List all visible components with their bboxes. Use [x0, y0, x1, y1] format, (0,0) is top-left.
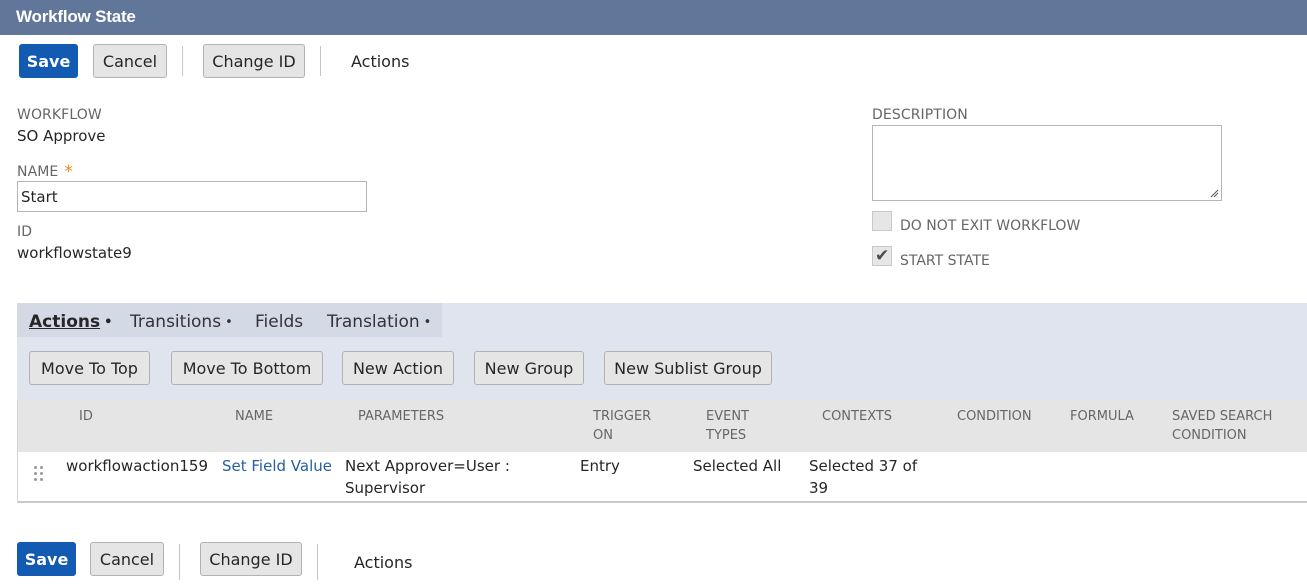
toolbar-separator	[320, 46, 321, 76]
column-header-trigger-on[interactable]: TRIGGER ON	[593, 407, 651, 445]
save-button[interactable]: Save	[19, 44, 78, 78]
row-id: workflowaction159	[66, 457, 208, 475]
column-header-event-types-line2: TYPES	[706, 428, 747, 443]
move-to-bottom-button[interactable]: Move To Bottom	[171, 351, 323, 385]
workflow-value: SO Approve	[17, 127, 106, 145]
title-bar: Workflow State	[0, 0, 1307, 35]
change-id-button-bottom[interactable]: Change ID	[200, 542, 302, 576]
tab-fields-label: Fields	[255, 312, 304, 332]
tab-translation-label: Translation	[327, 312, 420, 332]
sublist-panel: Actions • Transitions • Fields Translation…	[17, 303, 1307, 400]
new-sublist-group-button[interactable]: New Sublist Group	[604, 351, 772, 385]
column-header-parameters[interactable]: PARAMETERS	[358, 407, 444, 426]
tab-translation[interactable]: Translation •	[327, 312, 431, 332]
actions-menu-bottom[interactable]: Actions	[354, 553, 412, 572]
row-contexts-line2: 39	[809, 479, 829, 497]
column-header-saved-search-condition[interactable]: SAVED SEARCH CONDITION	[1172, 407, 1272, 445]
save-button-bottom[interactable]: Save	[17, 542, 76, 576]
toolbar-separator	[182, 46, 183, 76]
tab-transitions[interactable]: Transitions •	[130, 312, 233, 332]
start-state-checkbox[interactable]: ✔	[872, 246, 892, 266]
column-header-trigger-on-line1: TRIGGER	[593, 409, 652, 424]
tab-actions-dot: •	[104, 315, 113, 330]
row-parameters-line2: Supervisor	[345, 479, 426, 497]
tab-transitions-label: Transitions	[130, 312, 222, 332]
column-header-formula[interactable]: FORMULA	[1070, 407, 1134, 426]
description-textarea[interactable]	[872, 125, 1222, 201]
new-group-button[interactable]: New Group	[474, 351, 584, 385]
name-label: NAME *	[17, 161, 73, 182]
row-name-link[interactable]: Set Field Value	[222, 455, 332, 477]
row-trigger-on: Entry	[580, 457, 620, 475]
column-header-saved-search-line1: SAVED SEARCH	[1172, 409, 1273, 424]
column-header-contexts[interactable]: CONTEXTS	[822, 407, 892, 426]
drag-handle-icon[interactable]	[34, 466, 44, 482]
id-value: workflowstate9	[17, 244, 132, 262]
do-not-exit-workflow-label: DO NOT EXIT WORKFLOW	[900, 218, 1081, 234]
column-header-id[interactable]: ID	[79, 407, 93, 426]
checkmark-icon: ✔	[875, 246, 890, 266]
new-action-button[interactable]: New Action	[342, 351, 454, 385]
row-parameters-line1: Next Approver=User :	[345, 457, 510, 475]
tab-actions[interactable]: Actions •	[29, 312, 112, 332]
column-header-event-types[interactable]: EVENT TYPES	[706, 407, 749, 445]
cancel-button-bottom[interactable]: Cancel	[90, 542, 164, 576]
row-event-types: Selected All	[693, 457, 782, 475]
actions-menu[interactable]: Actions	[351, 52, 409, 71]
name-input[interactable]: Start	[17, 181, 367, 212]
column-header-event-types-line1: EVENT	[706, 409, 749, 424]
column-header-saved-search-line2: CONDITION	[1172, 428, 1247, 443]
page-title: Workflow State	[16, 7, 136, 26]
column-header-condition[interactable]: CONDITION	[957, 407, 1032, 426]
toolbar-separator	[317, 544, 318, 580]
column-header-name[interactable]: NAME	[235, 407, 273, 426]
do-not-exit-workflow-checkbox[interactable]	[872, 211, 892, 231]
id-label: ID	[17, 224, 33, 240]
workflow-label: WORKFLOW	[17, 107, 102, 123]
name-label-text: NAME	[17, 164, 59, 180]
move-to-top-button[interactable]: Move To Top	[29, 351, 150, 385]
resize-grip-icon[interactable]	[1209, 188, 1219, 198]
actions-grid: ID NAME PARAMETERS TRIGGER ON EVENT TYPE…	[17, 400, 1307, 503]
tab-translation-dot: •	[423, 315, 432, 330]
row-parameters: Next Approver=User : Supervisor	[345, 455, 510, 499]
tab-transitions-dot: •	[225, 315, 233, 330]
tab-actions-label: Actions	[29, 312, 101, 332]
row-contexts: Selected 37 of 39	[809, 455, 917, 499]
cancel-button[interactable]: Cancel	[93, 44, 167, 78]
column-header-trigger-on-line2: ON	[593, 428, 613, 443]
tab-fields[interactable]: Fields	[255, 312, 303, 332]
row-contexts-line1: Selected 37 of	[809, 457, 918, 475]
change-id-button[interactable]: Change ID	[203, 44, 305, 78]
required-marker: *	[64, 162, 73, 182]
start-state-label: START STATE	[900, 253, 990, 269]
toolbar-separator	[179, 544, 180, 580]
description-label: DESCRIPTION	[872, 107, 968, 123]
